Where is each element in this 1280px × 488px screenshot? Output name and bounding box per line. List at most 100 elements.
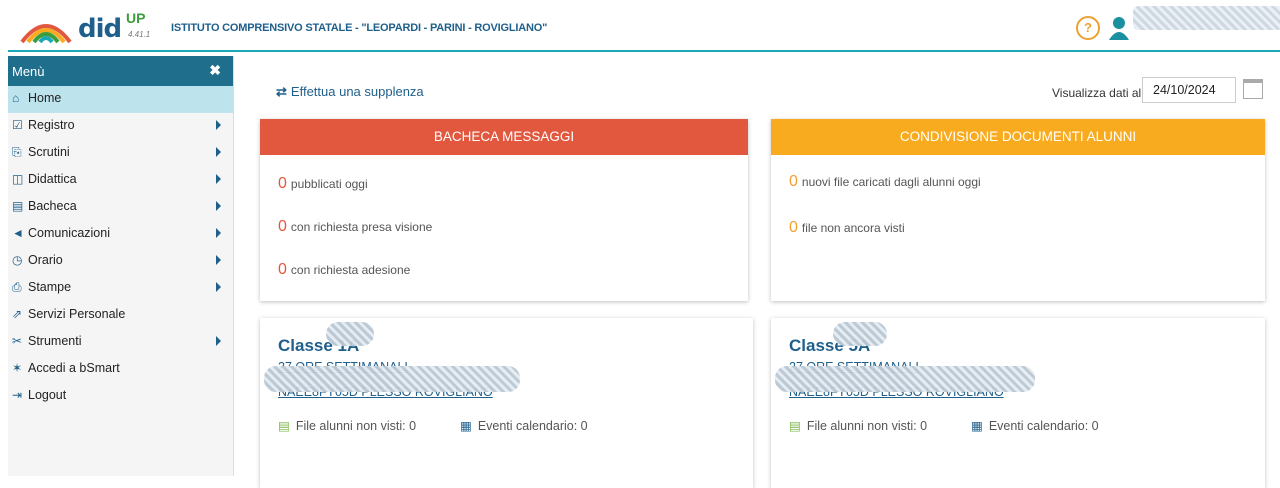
sidebar-item-logout[interactable]: ⇥ Logout [8,383,233,410]
sidebar-item-label: Bacheca [28,199,77,213]
printer-icon: ⎙ [12,280,22,294]
app-version: 4.41.1 [128,30,151,39]
stat-count: 0 [789,173,798,190]
swap-icon: ⇄ [276,84,287,99]
sidebar-item-strumenti[interactable]: ✂ Strumenti [8,329,233,356]
date-field[interactable]: 24/10/2024 [1142,77,1236,103]
stat-label: nuovi file caricati dagli alunni oggi [801,175,981,189]
sidebar-item-label: Accedi a bSmart [28,361,120,375]
calendar-icon: ▦ [971,419,983,433]
stat-label: con richiesta adesione [290,263,411,277]
sidebar-menu: Menù ✖ ⌂ Home ☑ Registro ⎘ Scrutini ◫ Didattica… [8,56,234,476]
calendar-icon[interactable] [1243,79,1263,99]
star-icon: ✶ [12,361,23,375]
megaphone-icon: ◄ [12,226,24,240]
clock-icon: ◷ [12,253,23,267]
calendar-check-icon: ☑ [12,118,23,132]
sidebar-item-label: Stampe [28,280,72,294]
sidebar-item-bacheca[interactable]: ▤ Bacheca [8,194,233,221]
files-stat[interactable]: ▤ File alunni non visti: 0 [789,418,927,433]
sidebar-item-servizi-personale[interactable]: ⇗ Servizi Personale [8,302,233,329]
files-label: File alunni non visti: 0 [295,419,417,433]
bacheca-title[interactable]: BACHECA MESSAGGI [260,119,748,155]
condivisione-stat[interactable]: 0 file non ancora visti [789,219,905,237]
stat-label: file non ancora visti [801,221,905,235]
sidebar-item-scrutini[interactable]: ⎘ Scrutini [8,140,233,167]
condivisione-card: CONDIVISIONE DOCUMENTI ALUNNI 0 nuovi fil… [771,119,1265,301]
chevron-right-icon [216,255,221,265]
share-icon: ⇗ [12,307,23,321]
sidebar-item-label: Logout [28,388,67,402]
brand-name: did [78,14,122,44]
menu-header: Menù ✖ [8,56,233,86]
file-icon: ▤ [278,419,290,433]
sidebar-item-accedi-a-bsmart[interactable]: ✶ Accedi a bSmart [8,356,233,383]
events-stat[interactable]: ▦ Eventi calendario: 0 [460,418,588,433]
file-icon: ▤ [789,419,801,433]
chevron-right-icon [216,228,221,238]
stat-label: pubblicati oggi [290,177,368,191]
chevron-right-icon [216,336,221,346]
chevron-right-icon [216,120,221,130]
sidebar-item-label: Comunicazioni [28,226,110,240]
stat-count: 0 [278,175,287,192]
sidebar-item-label: Scrutini [28,145,70,159]
redaction [775,366,1035,392]
rainbow-logo-icon [20,24,72,44]
files-label: File alunni non visti: 0 [806,419,928,433]
newspaper-icon: ▤ [12,199,24,213]
condivisione-title[interactable]: CONDIVISIONE DOCUMENTI ALUNNI [771,119,1265,155]
chevron-right-icon [216,174,221,184]
home-icon: ⌂ [12,91,20,105]
sidebar-item-label: Orario [28,253,63,267]
class-card[interactable]: Classe 1A 27 ORE SETTIMANALI NAEE8FY05D … [260,318,753,488]
book-icon: ◫ [12,172,24,186]
date-label: Visualizza dati al: [1052,86,1145,100]
app-window: did UP 4.41.1 ISTITUTO COMPRENSIVO STATA… [0,0,1280,488]
help-icon[interactable]: ? [1076,16,1100,40]
user-name-redacted [1133,6,1280,30]
chevron-right-icon [216,201,221,211]
chevron-right-icon [216,147,221,157]
redaction [326,322,374,346]
events-label: Eventi calendario: 0 [477,419,588,433]
supplenza-link[interactable]: ⇄ Effettua una supplenza [276,84,424,100]
brand-sup: UP [126,10,146,26]
chevron-right-icon [216,282,221,292]
sidebar-item-registro[interactable]: ☑ Registro [8,113,233,140]
sidebar-item-label: Strumenti [28,334,82,348]
bacheca-stat[interactable]: 0 pubblicati oggi [278,175,368,193]
events-label: Eventi calendario: 0 [988,419,1099,433]
sidebar-item-label: Servizi Personale [28,307,126,321]
bacheca-card: BACHECA MESSAGGI 0 pubblicati oggi 0 con r… [260,119,748,301]
sidebar-item-comunicazioni[interactable]: ◄ Comunicazioni [8,221,233,248]
files-stat[interactable]: ▤ File alunni non visti: 0 [278,418,416,433]
class-card[interactable]: Classe 5A 27 ORE SETTIMANALI NAEE8FY05D … [771,318,1265,488]
user-icon[interactable] [1108,16,1130,40]
close-icon[interactable]: ✖ [209,62,221,79]
menu-title: Menù [12,64,45,79]
sidebar-item-stampe[interactable]: ⎙ Stampe [8,275,233,302]
bacheca-stat[interactable]: 0 con richiesta presa visione [278,218,432,236]
top-header: did UP 4.41.1 ISTITUTO COMPRENSIVO STATA… [8,6,1280,52]
bacheca-stat[interactable]: 0 con richiesta adesione [278,261,410,279]
sidebar-item-orario[interactable]: ◷ Orario [8,248,233,275]
stat-label: con richiesta presa visione [290,220,433,234]
supplenza-label: Effettua una supplenza [290,84,424,99]
events-stat[interactable]: ▦ Eventi calendario: 0 [971,418,1099,433]
redaction [833,322,887,346]
calendar-icon: ▦ [460,419,472,433]
sidebar-item-home[interactable]: ⌂ Home [8,86,233,113]
stat-count: 0 [278,218,287,235]
sidebar-item-label: Home [28,91,62,105]
redaction [264,366,520,392]
stat-count: 0 [278,261,287,278]
main-content: ⇄ Effettua una supplenza Visualizza dati … [240,56,1280,488]
condivisione-stat[interactable]: 0 nuovi file caricati dagli alunni oggi [789,173,981,191]
sidebar-item-didattica[interactable]: ◫ Didattica [8,167,233,194]
document-icon: ⎘ [12,145,22,159]
tools-icon: ✂ [12,334,23,348]
stat-count: 0 [789,219,798,236]
sidebar-item-label: Didattica [28,172,77,186]
sidebar-item-label: Registro [28,118,75,132]
